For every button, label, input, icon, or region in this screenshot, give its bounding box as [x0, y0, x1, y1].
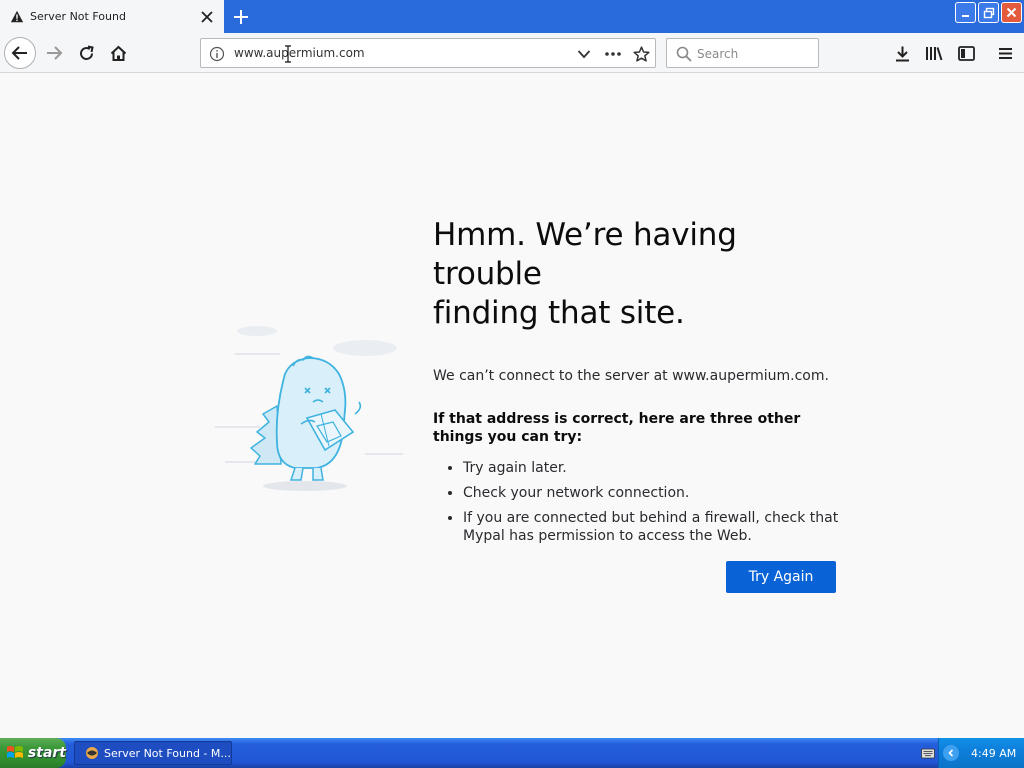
more-icon[interactable] [603, 44, 623, 64]
minimize-button[interactable] [955, 2, 976, 23]
library-button[interactable] [918, 37, 950, 69]
url-bar[interactable]: www.aupermium.com [200, 38, 656, 68]
error-hint: If that address is correct, here are thr… [433, 411, 801, 445]
error-title-line1: Hmm. We’re having trouble [433, 217, 737, 292]
tab-active[interactable]: Server Not Found [0, 0, 224, 33]
download-icon [895, 46, 909, 61]
tab-strip: Server Not Found [0, 0, 1024, 33]
error-title: Hmm. We’re having trouble finding that s… [433, 216, 843, 333]
keyboard-icon[interactable] [921, 746, 935, 760]
tab-title: Server Not Found [30, 10, 126, 23]
search-input[interactable] [697, 45, 812, 63]
taskbar: start Server Not Found - M... 4:49 AM [0, 738, 1024, 768]
search-icon [676, 46, 692, 62]
search-bar[interactable] [666, 38, 819, 68]
forward-button[interactable] [38, 37, 70, 69]
system-tray: 4:49 AM [938, 738, 1024, 768]
close-icon[interactable] [196, 6, 218, 28]
menu-icon [998, 47, 1012, 59]
library-icon [926, 46, 943, 60]
reload-button[interactable] [70, 37, 102, 69]
back-button[interactable] [4, 37, 36, 69]
text-cursor-icon [285, 45, 291, 63]
taskbar-window-item[interactable]: Server Not Found - M... [74, 741, 232, 765]
browser-app-icon [86, 747, 98, 759]
download-button[interactable] [886, 37, 918, 69]
error-description: We can’t connect to the server at www.au… [433, 368, 829, 384]
start-button[interactable]: start [0, 738, 66, 768]
home-icon [110, 45, 126, 61]
back-icon [11, 46, 27, 60]
sidebar-icon [957, 45, 975, 61]
error-message: Hmm. We’re having trouble finding that s… [433, 216, 843, 552]
list-item: Check your network connection. [463, 484, 843, 502]
forward-icon [47, 46, 63, 60]
list-item: If you are connected but behind a firewa… [463, 509, 843, 545]
error-page: Hmm. We’re having trouble finding that s… [0, 74, 1024, 738]
info-icon[interactable] [209, 46, 225, 62]
taskbar-window-label: Server Not Found - M... [104, 746, 231, 760]
dinosaur-illustration [215, 326, 403, 491]
sidebar-button[interactable] [950, 37, 982, 69]
plus-icon[interactable] [228, 4, 254, 30]
windows-logo-icon [6, 746, 23, 758]
error-title-line2: finding that site. [433, 295, 685, 331]
nav-toolbar: www.aupermium.com [0, 33, 1024, 73]
warning-icon [10, 10, 24, 22]
try-again-button[interactable]: Try Again [726, 561, 836, 593]
url-text[interactable]: www.aupermium.com [234, 46, 365, 60]
reload-icon [79, 45, 94, 60]
start-label: start [27, 745, 66, 761]
menu-button[interactable] [989, 37, 1021, 69]
window-close-button[interactable] [1001, 2, 1022, 23]
list-item: Try again later. [463, 459, 843, 477]
dropdown-icon[interactable] [574, 44, 594, 64]
home-button[interactable] [102, 37, 134, 69]
suggestion-list: Try again later. Check your network conn… [463, 459, 843, 545]
restore-button[interactable] [978, 2, 999, 23]
clock: 4:49 AM [971, 746, 1017, 760]
star-icon[interactable] [631, 44, 651, 64]
chevron-left-icon[interactable] [943, 745, 959, 761]
